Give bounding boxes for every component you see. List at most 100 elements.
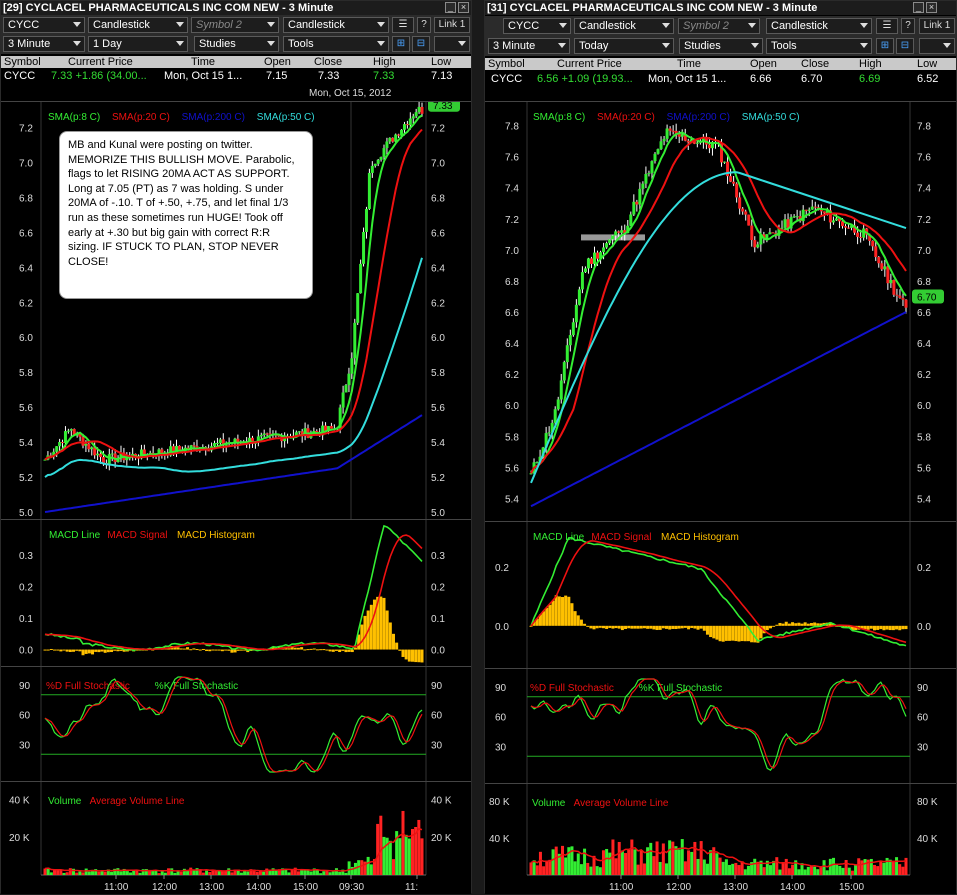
left-tools-select[interactable]: Tools <box>283 36 389 52</box>
volume-bar <box>554 846 558 875</box>
candle-body <box>391 137 395 142</box>
axis-tick-label: 6.2 <box>505 370 519 381</box>
left-symbol-input[interactable]: CYCC <box>3 17 85 33</box>
candle-body <box>753 240 757 248</box>
macd-histogram-bar <box>182 648 186 650</box>
volume-bar <box>690 851 694 875</box>
right-studies-select[interactable]: Studies <box>679 38 763 54</box>
right-macd-pane[interactable]: 0.2 0.2 0.0 0.0 MACD Line MACD Signal MACD His… <box>485 521 956 669</box>
right-zoom-in-icon[interactable]: ⊞ <box>876 38 894 54</box>
chevron-down-icon <box>267 22 275 27</box>
volume-bar <box>542 866 546 875</box>
macd-histogram-bar <box>551 600 555 626</box>
volume-bar <box>154 870 158 875</box>
volume-bar <box>84 868 88 875</box>
right-help-button[interactable]: ? <box>901 18 915 34</box>
left-quote-row[interactable]: CYCC 7.33 +1.86 (34.00... Mon, Oct 15 1.… <box>1 69 471 83</box>
right-chart-type2-select[interactable]: Candlestick <box>766 18 872 34</box>
left-range-select[interactable]: 1 Day <box>88 36 188 52</box>
q-low: 7.13 <box>431 70 453 82</box>
last-price-value: 6.70 <box>917 292 937 303</box>
right-chart-type-select[interactable]: Candlestick <box>574 18 674 34</box>
left-extra-select[interactable] <box>434 36 470 52</box>
left-macd-pane[interactable]: 0.3 0.3 0.2 0.2 0.1 0.1 0.0 0.0 MACD Line MACD Si… <box>1 519 471 667</box>
left-studies-select[interactable]: Studies <box>194 36 279 52</box>
right-zoom-out-icon[interactable]: ⊟ <box>896 38 914 54</box>
left-zoom-in-icon[interactable]: ⊞ <box>392 36 410 52</box>
axis-tick-label: 20 K <box>431 833 452 844</box>
left-link-button[interactable]: Link 1 <box>434 17 470 33</box>
candle-body <box>353 322 357 359</box>
left-chart-type-select[interactable]: Candlestick <box>88 17 188 33</box>
right-interval-select[interactable]: 3 Minute <box>488 38 570 54</box>
candle-body <box>192 445 196 447</box>
macd-histogram-bar <box>62 649 66 651</box>
axis-tick-label: 6.0 <box>19 333 33 344</box>
right-menu-icon[interactable]: ☰ <box>876 18 898 34</box>
volume-bar <box>857 858 861 875</box>
right-close-button[interactable]: × <box>926 2 937 13</box>
right-chart-type-value: Candlestick <box>579 20 636 32</box>
volume-bar <box>56 869 60 875</box>
right-link-button[interactable]: Link 1 <box>919 18 955 34</box>
left-menu-icon[interactable]: ☰ <box>392 17 414 33</box>
volume-bar <box>564 857 568 875</box>
macd-histogram-bar <box>97 649 101 653</box>
volume-bar <box>775 857 779 875</box>
right-volume-pane[interactable]: 80 K 80 K 40 K 40 K Volume Average Volume Lin… <box>485 783 956 894</box>
candle-body <box>414 112 418 117</box>
chevron-down-icon <box>176 22 184 27</box>
right-minimize-button[interactable]: _ <box>913 2 924 13</box>
left-minimize-button[interactable]: _ <box>445 2 456 13</box>
candle-body <box>886 266 890 284</box>
volume-bar <box>262 871 266 875</box>
macd-histogram-bar <box>583 623 587 626</box>
candle-body <box>265 433 269 435</box>
left-interval-select[interactable]: 3 Minute <box>3 36 85 52</box>
right-chart-window: [31] CYCLACEL PHARMACEUTICALS INC COM NE… <box>484 0 957 894</box>
legend-label: Average Volume Line <box>90 796 185 807</box>
time-tick-label: 13:00 <box>723 882 748 893</box>
candle-body <box>61 442 65 444</box>
legend-label: SMA(p:200 C) <box>667 112 730 123</box>
left-stoch-pane[interactable]: 90 90 60 60 30 30 %D Full Stochastic %K Full St… <box>1 666 471 782</box>
macd-histogram-bar <box>103 649 107 653</box>
candle-body <box>66 430 70 432</box>
macd-histogram-bar <box>696 625 700 630</box>
candle-body <box>350 358 354 374</box>
right-tools-select[interactable]: Tools <box>766 38 872 54</box>
left-zoom-out-icon[interactable]: ⊟ <box>412 36 430 52</box>
legend-label: %D Full Stochastic <box>530 683 614 694</box>
candle-body <box>81 436 85 446</box>
left-volume-pane[interactable]: 40 K 40 K 20 K 20 K Volume Average Volume Lin… <box>1 781 471 894</box>
macd-histogram-bar <box>740 625 744 642</box>
left-window-title: [29] CYCLACEL PHARMACEUTICALS INC COM NE… <box>1 1 471 15</box>
qh-open: Open <box>264 56 291 68</box>
right-price-pane[interactable]: 7.8 7.8 7.6 7.6 7.4 7.4 7.2 7.2 7.0 7.0 6.8 6.8 6.6 6… <box>485 101 956 522</box>
candle-body <box>904 299 908 308</box>
axis-tick-label: 90 <box>431 681 443 692</box>
axis-tick-label: 80 K <box>917 797 938 808</box>
right-symbol2-input[interactable]: Symbol 2 <box>678 18 760 34</box>
left-symbol2-input[interactable]: Symbol 2 <box>191 17 279 33</box>
right-range-select[interactable]: Today <box>574 38 674 54</box>
left-chart-type2-select[interactable]: Candlestick <box>283 17 389 33</box>
time-tick-label: 15:00 <box>293 882 318 893</box>
volume-bar <box>97 871 101 875</box>
candle-body <box>756 244 760 248</box>
macd-histogram-bar <box>395 642 399 650</box>
candle-body <box>408 118 412 126</box>
left-close-button[interactable]: × <box>458 2 469 13</box>
right-extra-select[interactable] <box>919 38 955 54</box>
macd-histogram-bar <box>586 625 590 627</box>
right-stoch-pane[interactable]: 90 90 60 60 30 30 %D Full Stochastic %K Full St… <box>485 668 956 784</box>
macd-histogram-bar <box>630 625 634 629</box>
left-help-button[interactable]: ? <box>417 17 431 33</box>
right-quote-row[interactable]: CYCC 6.56 +1.09 (19.93... Mon, Oct 15 1.… <box>485 72 956 86</box>
right-symbol-input[interactable]: CYCC <box>503 18 571 34</box>
volume-bar <box>138 872 142 875</box>
left-range-value: 1 Day <box>93 38 122 50</box>
macd-histogram-bar <box>75 649 79 651</box>
macd-histogram-bar <box>617 625 621 629</box>
candle-body <box>602 247 606 253</box>
